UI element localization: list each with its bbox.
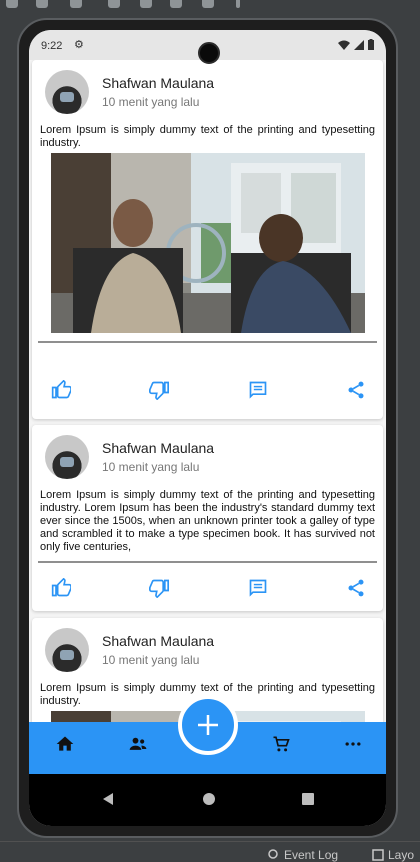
- author-name[interactable]: Shafwan Maulana: [102, 633, 214, 649]
- toolbar-icon[interactable]: [70, 0, 82, 8]
- battery-icon: [368, 39, 374, 50]
- settings-icon: ⚙: [74, 39, 84, 51]
- layout-tab[interactable]: Layo: [372, 848, 414, 862]
- ide-status-bar: Event Log Layo: [0, 841, 420, 862]
- emulator-frame: 9:22 ⚙ Shafwan Maulana 10 menit yang lal…: [17, 18, 398, 838]
- event-log-label: Event Log: [284, 848, 339, 862]
- share-icon[interactable]: [344, 378, 368, 402]
- comment-icon[interactable]: [246, 378, 270, 402]
- comment-icon[interactable]: [246, 576, 270, 600]
- search-icon: [268, 849, 278, 859]
- post-actions: [32, 370, 383, 410]
- post-text: Lorem Ipsum is simply dummy text of the …: [40, 489, 375, 553]
- thumb-down-icon[interactable]: [147, 378, 171, 402]
- home-button-icon[interactable]: [202, 792, 216, 811]
- post-time: 10 menit yang lalu: [102, 95, 200, 109]
- signal-icon: [354, 39, 364, 50]
- toolbar-icon[interactable]: [202, 0, 214, 8]
- thumb-up-icon[interactable]: [49, 378, 73, 402]
- toolbar-icon[interactable]: [6, 0, 18, 8]
- people-icon[interactable]: [126, 732, 150, 756]
- post-feed[interactable]: Shafwan Maulana 10 menit yang lalu Lorem…: [29, 60, 386, 722]
- ide-toolbar: [0, 0, 420, 14]
- recents-icon[interactable]: [301, 792, 315, 811]
- toolbar-icon[interactable]: [36, 0, 48, 8]
- event-log-tab[interactable]: Event Log: [268, 848, 338, 862]
- thumb-down-icon[interactable]: [147, 576, 171, 600]
- add-post-button[interactable]: [178, 695, 238, 755]
- share-icon[interactable]: [344, 576, 368, 600]
- toolbar-more-icon[interactable]: [236, 0, 240, 8]
- back-icon[interactable]: [101, 792, 115, 811]
- toolbar-icon[interactable]: [140, 0, 152, 8]
- post-header: Shafwan Maulana 10 menit yang lalu: [32, 60, 383, 120]
- post-time: 10 menit yang lalu: [102, 653, 200, 667]
- post-divider: [38, 561, 377, 563]
- post-card: Shafwan Maulana 10 menit yang lalu Lorem…: [32, 425, 383, 611]
- post-photo[interactable]: [51, 153, 365, 333]
- cart-icon[interactable]: [269, 732, 293, 756]
- toolbar-icon[interactable]: [170, 0, 182, 8]
- post-divider: [38, 341, 377, 343]
- more-icon[interactable]: [341, 732, 365, 756]
- home-icon[interactable]: [53, 732, 77, 756]
- post-time: 10 menit yang lalu: [102, 460, 200, 474]
- avatar[interactable]: [45, 435, 89, 479]
- front-camera: [198, 42, 220, 64]
- author-name[interactable]: Shafwan Maulana: [102, 440, 214, 456]
- post-header: Shafwan Maulana 10 menit yang lalu: [32, 425, 383, 485]
- avatar[interactable]: [45, 628, 89, 672]
- toolbar-icon[interactable]: [108, 0, 120, 8]
- layout-label: Layo: [388, 848, 415, 862]
- app-screen: 9:22 ⚙ Shafwan Maulana 10 menit yang lal…: [29, 30, 386, 826]
- avatar[interactable]: [45, 70, 89, 114]
- post-actions: [32, 568, 383, 608]
- layout-inspector-icon: [372, 849, 384, 861]
- post-card: Shafwan Maulana 10 menit yang lalu Lorem…: [32, 60, 383, 419]
- device-screen-bezel: 9:22 ⚙ Shafwan Maulana 10 menit yang lal…: [29, 30, 386, 826]
- status-time: 9:22: [41, 40, 63, 52]
- wifi-icon: [338, 40, 350, 50]
- thumb-up-icon[interactable]: [49, 576, 73, 600]
- post-text: Lorem Ipsum is simply dummy text of the …: [40, 124, 375, 149]
- add-icon: [198, 715, 218, 735]
- author-name[interactable]: Shafwan Maulana: [102, 75, 214, 91]
- system-navigation-bar: [29, 774, 386, 826]
- post-header: Shafwan Maulana 10 menit yang lalu: [32, 618, 383, 678]
